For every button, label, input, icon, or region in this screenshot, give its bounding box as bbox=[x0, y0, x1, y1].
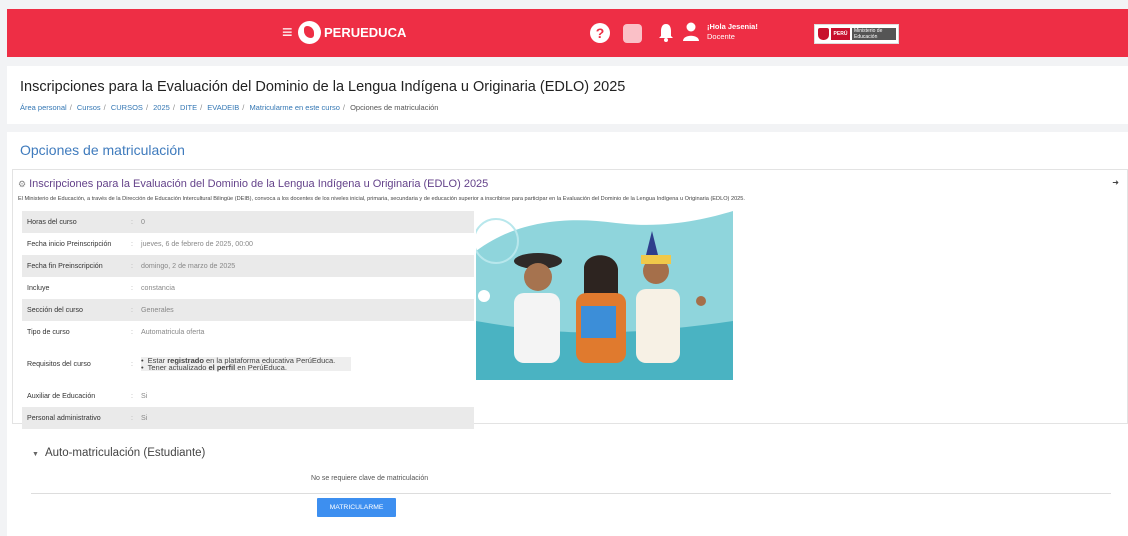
detail-key: Incluye bbox=[27, 284, 50, 292]
detail-row: Personal administrativo: Si bbox=[22, 407, 474, 429]
detail-row: Tipo de curso: Automatricula oferta bbox=[22, 321, 474, 343]
detail-value: Generales bbox=[141, 306, 174, 314]
detail-key: Requisitos del curso bbox=[27, 360, 91, 368]
breadcrumb-item[interactable]: DITE bbox=[180, 103, 197, 112]
detail-key: Sección del curso bbox=[27, 306, 83, 314]
detail-key: Horas del curso bbox=[27, 218, 77, 226]
breadcrumb-current: Opciones de matriculación bbox=[350, 103, 439, 112]
no-key-message: No se requiere clave de matriculación bbox=[311, 475, 429, 482]
course-title[interactable]: Inscripciones para la Evaluación del Dom… bbox=[29, 178, 488, 190]
user-greeting[interactable]: ¡Hola Jesenia! Docente bbox=[707, 22, 758, 42]
requirements-list: Estar registrado en la plataforma educat… bbox=[141, 357, 351, 371]
self-enrolment-title[interactable]: Auto-matriculación (Estudiante) bbox=[45, 447, 205, 459]
breadcrumb-item[interactable]: CURSOS bbox=[111, 103, 143, 112]
detail-value: constancia bbox=[141, 284, 175, 292]
detail-row: Requisitos del curso: Estar registrado e… bbox=[22, 343, 474, 385]
detail-row: Auxiliar de Educación: Si bbox=[22, 385, 474, 407]
top-navbar: ≡ PERUEDUCA ? ¡Hola Jesenia! Docente PER… bbox=[7, 9, 1128, 57]
page-title: Inscripciones para la Evaluación del Dom… bbox=[20, 79, 626, 95]
hamburger-icon[interactable]: ≡ bbox=[282, 23, 293, 41]
section-title: Opciones de matriculación bbox=[20, 142, 185, 158]
detail-key: Fecha inicio Preinscripción bbox=[27, 240, 112, 248]
detail-value: 0 bbox=[141, 218, 145, 226]
divider bbox=[31, 493, 1111, 494]
enrolment-options: Opciones de matriculación ⚙ Inscripciones… bbox=[7, 132, 1128, 536]
detail-key: Personal administrativo bbox=[27, 414, 101, 422]
user-icon[interactable] bbox=[682, 22, 700, 42]
detail-value: Automatricula oferta bbox=[141, 328, 205, 336]
detail-row: Horas del curso: 0 bbox=[22, 211, 474, 233]
course-summary: El Ministerio de Educación, a través de … bbox=[18, 196, 745, 202]
minedu-logo: PERÚ Ministerio de Educación bbox=[814, 24, 899, 44]
detail-value: jueves, 6 de febrero de 2025, 00:00 bbox=[141, 240, 254, 248]
course-image bbox=[476, 211, 733, 380]
greeting-text: ¡Hola Jesenia! bbox=[707, 22, 758, 31]
course-name[interactable]: ⚙ Inscripciones para la Evaluación del Do… bbox=[18, 178, 488, 190]
breadcrumb-item[interactable]: Matricularme en este curso bbox=[249, 103, 339, 112]
collapse-caret-icon[interactable]: ▼ bbox=[32, 451, 39, 458]
detail-value: Si bbox=[141, 392, 148, 400]
page-header: Inscripciones para la Evaluación del Dom… bbox=[7, 66, 1128, 124]
apps-grid-icon[interactable] bbox=[623, 24, 642, 43]
breadcrumb-item[interactable]: EVADEIB bbox=[207, 103, 239, 112]
detail-row: Sección del curso: Generales bbox=[22, 299, 474, 321]
detail-value: Si bbox=[141, 414, 148, 422]
peru-label: PERÚ bbox=[831, 28, 850, 40]
breadcrumb-item[interactable]: 2025 bbox=[153, 103, 170, 112]
breadcrumb-item[interactable]: Cursos bbox=[77, 103, 101, 112]
course-icon: ⚙ bbox=[18, 179, 27, 189]
enrol-icon: ➜ bbox=[1112, 178, 1119, 187]
enrol-button[interactable]: MATRICULARME bbox=[317, 498, 396, 517]
perueduca-logo-icon[interactable] bbox=[298, 21, 321, 44]
peru-shield-icon bbox=[818, 28, 829, 40]
ministry-label: Ministerio de Educación bbox=[852, 28, 896, 40]
course-details: Horas del curso: 0 Fecha inicio Preinscr… bbox=[22, 211, 474, 429]
detail-row: Fecha fin Preinscripción: domingo, 2 de … bbox=[22, 255, 474, 277]
help-icon[interactable]: ? bbox=[590, 23, 610, 43]
requirement-item: Tener actualizado el perfil en PerúEduca… bbox=[141, 364, 351, 372]
detail-row: Fecha inicio Preinscripción: jueves, 6 d… bbox=[22, 233, 474, 255]
detail-key: Fecha fin Preinscripción bbox=[27, 262, 103, 270]
bell-icon[interactable] bbox=[658, 23, 674, 43]
breadcrumb: Área personal / Cursos / CURSOS/ 2025/ DIT… bbox=[20, 103, 439, 112]
self-enrolment-heading[interactable]: ▼ Auto-matriculación (Estudiante) bbox=[32, 447, 205, 459]
user-role: Docente bbox=[707, 32, 735, 41]
course-box: ⚙ Inscripciones para la Evaluación del Do… bbox=[12, 169, 1128, 429]
detail-value: domingo, 2 de marzo de 2025 bbox=[141, 262, 236, 270]
detail-key: Auxiliar de Educación bbox=[27, 392, 96, 400]
detail-key: Tipo de curso bbox=[27, 328, 70, 336]
brand-name[interactable]: PERUEDUCA bbox=[324, 25, 406, 40]
breadcrumb-item[interactable]: Área personal bbox=[20, 103, 67, 112]
detail-row: Incluye: constancia bbox=[22, 277, 474, 299]
